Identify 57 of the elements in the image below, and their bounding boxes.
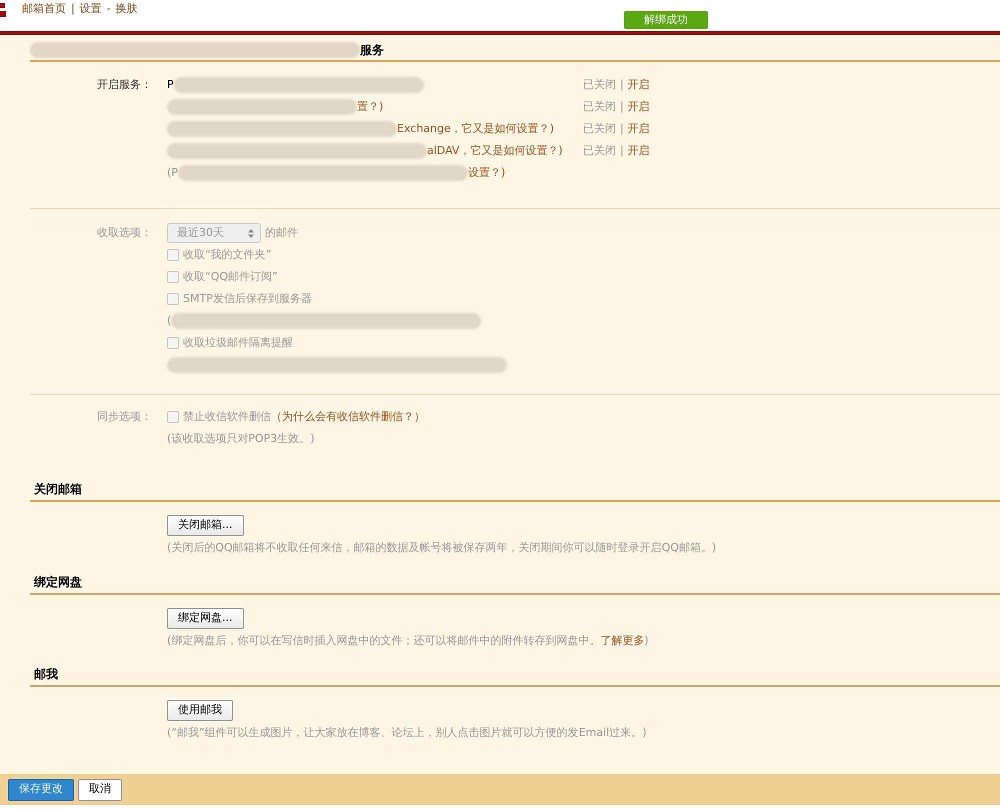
checkbox[interactable]: [167, 249, 179, 261]
note-text: (P: [167, 164, 178, 181]
nav-link[interactable]: 邮箱首页: [22, 1, 66, 18]
enable-link[interactable]: 开启: [628, 120, 650, 138]
select-arrows-icon: [248, 228, 254, 238]
checkbox[interactable]: [167, 337, 179, 349]
note-text: (关闭后的QQ邮箱将不收取任何来信，邮箱的数据及帐号将被保存两年，关闭期间你可以随时登录开启QQ邮箱。): [167, 541, 716, 554]
service-text: P: [167, 76, 174, 93]
help-link[interactable]: （为什么会有收信软件删信？）: [271, 408, 425, 426]
enable-link[interactable]: 开启: [628, 98, 650, 116]
field-label: 开启服务：: [97, 78, 152, 91]
field-label: 同步选项：: [97, 410, 152, 423]
separator: |: [620, 76, 624, 93]
nav-separator: -: [106, 1, 111, 17]
checkbox-label: 收取垃圾邮件隔离提醒: [183, 334, 293, 351]
cancel-button[interactable]: 取消: [78, 778, 122, 800]
select-suffix: 的邮件: [265, 224, 298, 241]
action-button[interactable]: 使用邮我: [167, 700, 233, 721]
checkbox[interactable]: [167, 411, 179, 423]
checkbox-label: 收取“我的文件夹”: [183, 246, 272, 263]
logo-icon[interactable]: [0, 3, 6, 17]
separator: |: [620, 142, 624, 159]
separator: |: [620, 98, 624, 115]
checkbox[interactable]: [167, 271, 179, 283]
section-title: 绑定网盘: [34, 574, 82, 590]
status-text: 已关闭: [583, 76, 616, 93]
save-button[interactable]: 保存更改: [8, 778, 74, 800]
status-text: 已关闭: [583, 98, 616, 115]
note-text: (“邮我”组件可以生成图片，让大家放在博客、论坛上，别人点击图片就可以方便的发Email过来。): [167, 726, 646, 739]
status-text: 已关闭: [583, 120, 616, 137]
nav-link[interactable]: 设置: [80, 1, 102, 18]
section-title: 关闭邮箱: [34, 481, 82, 498]
help-link[interactable]: 置？): [357, 98, 384, 116]
nav-link[interactable]: 换肤: [116, 1, 138, 18]
section-title: 邮我: [34, 666, 58, 683]
action-button[interactable]: 绑定网盘...: [167, 608, 244, 628]
checkbox-label: SMTP发信后保存到服务器: [183, 290, 312, 307]
section-title: 服务: [360, 42, 384, 59]
note-text: (: [167, 312, 172, 329]
enable-link[interactable]: 开启: [628, 76, 650, 94]
help-link[interactable]: 设置？): [468, 164, 506, 182]
help-link[interactable]: alDAV，它又是如何设置？): [427, 142, 563, 160]
action-button[interactable]: 关闭邮箱...: [167, 515, 244, 536]
notice-badge: 解绑成功: [624, 11, 708, 29]
field-label: 收取选项：: [97, 226, 152, 239]
help-link[interactable]: Exchange，它又是如何设置？): [397, 120, 554, 138]
note-text: (该收取选项只对POP3生效。): [167, 432, 315, 445]
note-text: (绑定网盘后，你可以在写信时插入网盘中的文件；还可以将邮件中的附件转存到网盘中。: [167, 634, 600, 646]
status-text: 已关闭: [583, 142, 616, 159]
checkbox-label: 收取“QQ邮件订阅”: [183, 268, 278, 285]
enable-link[interactable]: 开启: [628, 142, 650, 160]
separator: |: [620, 120, 624, 137]
note-text: ): [644, 634, 649, 646]
learn-more-link[interactable]: 了解更多: [600, 634, 644, 646]
nav-separator: |: [71, 1, 75, 17]
checkbox-label: 禁止收信软件删信: [183, 408, 271, 425]
checkbox[interactable]: [167, 293, 179, 305]
